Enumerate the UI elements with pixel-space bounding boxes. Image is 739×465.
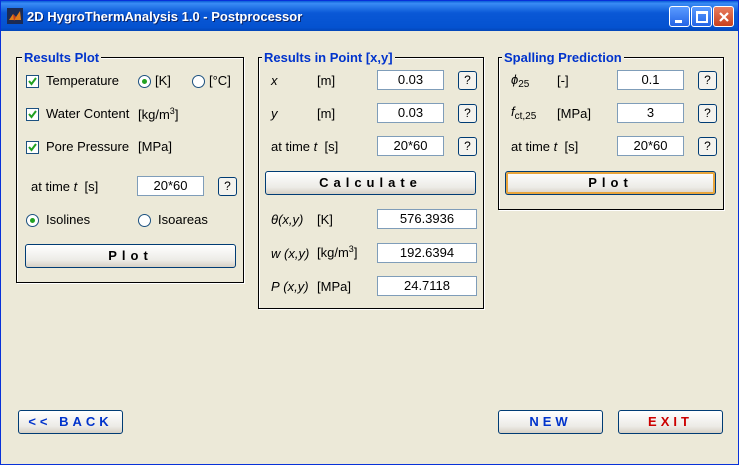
maximize-icon bbox=[696, 11, 708, 23]
x-unit: [m] bbox=[317, 73, 336, 88]
pore-pressure-unit: [MPa] bbox=[138, 139, 172, 154]
p-label: P (x,y) bbox=[271, 279, 309, 294]
y-input[interactable]: 0.03 bbox=[377, 103, 444, 123]
point-time-label: at time t [s] bbox=[271, 139, 339, 154]
isoareas-label: Isoareas bbox=[158, 212, 208, 227]
p-unit: [MPa] bbox=[317, 279, 351, 294]
phi-label: ϕ25 bbox=[511, 72, 530, 90]
spalling-title: Spalling Prediction bbox=[502, 50, 624, 65]
window-title: 2D HygroThermAnalysis 1.0 - Postprocesso… bbox=[27, 9, 303, 24]
point-time-input[interactable]: 20*60 bbox=[377, 136, 444, 156]
spalling-panel: Spalling Prediction ϕ25 [-] 0.1 ? fct,25… bbox=[498, 50, 724, 210]
fct-input[interactable]: 3 bbox=[617, 103, 684, 123]
spalling-time-input[interactable]: 20*60 bbox=[617, 136, 684, 156]
water-content-unit: [kg/m3] bbox=[138, 106, 179, 122]
theta-unit: [K] bbox=[317, 212, 333, 227]
unit-celsius-label: [°C] bbox=[209, 73, 231, 88]
y-unit: [m] bbox=[317, 106, 336, 121]
phi-help-button[interactable]: ? bbox=[698, 71, 717, 90]
temperature-checkbox[interactable] bbox=[26, 75, 39, 88]
x-input[interactable]: 0.03 bbox=[377, 70, 444, 90]
phi-unit: [-] bbox=[557, 73, 569, 88]
plot-time-label: at time t [s] bbox=[31, 179, 99, 194]
calculate-button[interactable]: Calculate bbox=[265, 171, 476, 195]
p-output: 24.7118 bbox=[377, 276, 477, 296]
close-button[interactable] bbox=[713, 6, 734, 27]
y-help-button[interactable]: ? bbox=[458, 104, 477, 123]
pore-pressure-label: Pore Pressure bbox=[46, 139, 130, 154]
temperature-label: Temperature bbox=[46, 73, 119, 88]
maximize-button[interactable] bbox=[691, 6, 712, 27]
checkmark-icon bbox=[28, 110, 37, 119]
back-button[interactable]: << BACK bbox=[18, 410, 123, 434]
isoareas-radio[interactable] bbox=[138, 214, 151, 227]
unit-celsius-radio[interactable] bbox=[192, 75, 205, 88]
water-content-label: Water Content bbox=[46, 106, 130, 121]
plot-results-button[interactable]: Plot bbox=[25, 244, 236, 268]
isolines-radio[interactable] bbox=[26, 214, 39, 227]
point-time-help-button[interactable]: ? bbox=[458, 137, 477, 156]
spalling-time-label: at time t [s] bbox=[511, 139, 579, 154]
plot-time-help-button[interactable]: ? bbox=[218, 177, 237, 196]
results-point-title: Results in Point [x,y] bbox=[262, 50, 395, 65]
app-window: 2D HygroThermAnalysis 1.0 - Postprocesso… bbox=[0, 0, 739, 465]
unit-kelvin-label: [K] bbox=[155, 73, 171, 88]
minimize-icon bbox=[675, 20, 682, 23]
water-content-checkbox[interactable] bbox=[26, 108, 39, 121]
exit-button[interactable]: EXIT bbox=[618, 410, 723, 434]
checkmark-icon bbox=[28, 77, 37, 86]
plot-time-input[interactable]: 20*60 bbox=[137, 176, 204, 196]
w-unit: [kg/m3] bbox=[317, 244, 358, 260]
results-plot-panel: Results Plot Temperature [K] [°C] Water … bbox=[16, 50, 244, 283]
fct-unit: [MPa] bbox=[557, 106, 591, 121]
checkmark-icon bbox=[28, 143, 37, 152]
theta-output: 576.3936 bbox=[377, 209, 477, 229]
matlab-icon bbox=[7, 8, 23, 24]
phi-input[interactable]: 0.1 bbox=[617, 70, 684, 90]
unit-kelvin-radio[interactable] bbox=[138, 75, 151, 88]
close-icon bbox=[719, 12, 729, 22]
w-label: w (x,y) bbox=[271, 246, 310, 261]
fct-help-button[interactable]: ? bbox=[698, 104, 717, 123]
isolines-label: Isolines bbox=[46, 212, 91, 227]
title-bar[interactable]: 2D HygroThermAnalysis 1.0 - Postprocesso… bbox=[1, 1, 738, 31]
new-button[interactable]: NEW bbox=[498, 410, 603, 434]
results-point-panel: Results in Point [x,y] x [m] 0.03 ? y [m… bbox=[258, 50, 484, 309]
theta-label: θ(x,y) bbox=[271, 212, 304, 227]
plot-spalling-button[interactable]: Plot bbox=[505, 171, 716, 195]
results-plot-title: Results Plot bbox=[22, 50, 102, 65]
spalling-time-help-button[interactable]: ? bbox=[698, 137, 717, 156]
w-output: 192.6394 bbox=[377, 243, 477, 263]
x-label: x bbox=[271, 73, 278, 88]
pore-pressure-checkbox[interactable] bbox=[26, 141, 39, 154]
minimize-button[interactable] bbox=[669, 6, 690, 27]
y-label: y bbox=[271, 106, 278, 121]
x-help-button[interactable]: ? bbox=[458, 71, 477, 90]
fct-label: fct,25 bbox=[511, 104, 537, 122]
